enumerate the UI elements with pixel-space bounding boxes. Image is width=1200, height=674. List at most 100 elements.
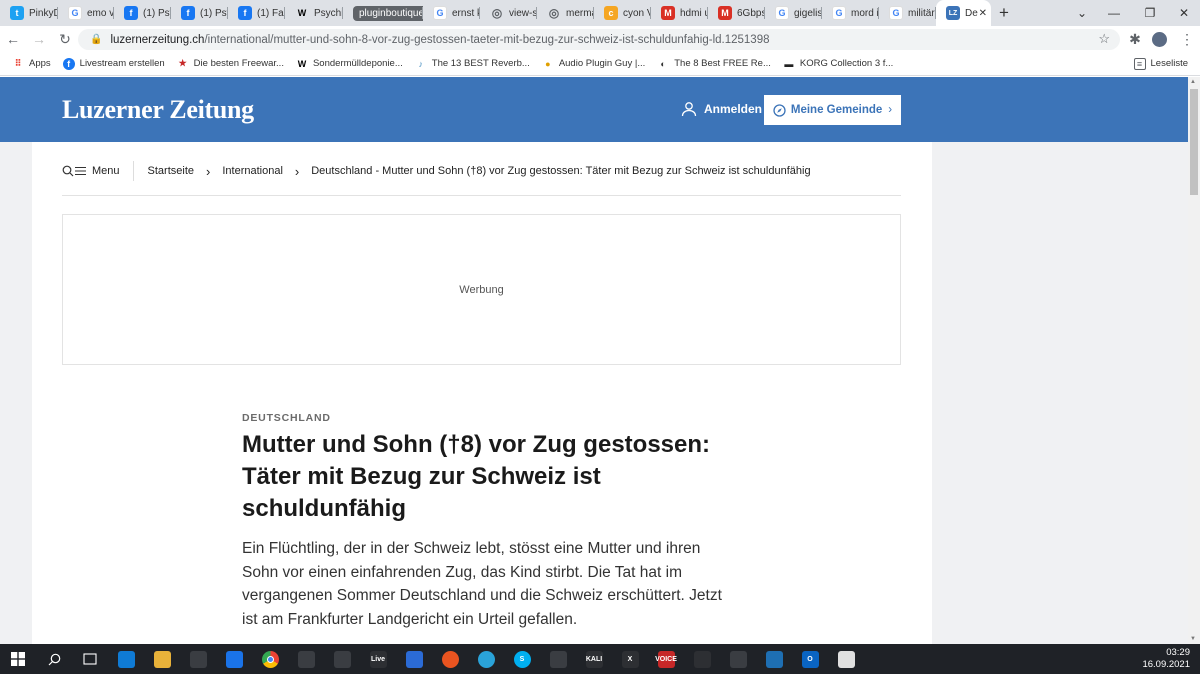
terminal-icon[interactable] bbox=[540, 644, 576, 674]
browser-tab[interactable]: pluginboutique bbox=[343, 0, 423, 26]
scroll-up-icon[interactable]: ▲ bbox=[1190, 79, 1196, 85]
meine-gemeinde-button[interactable]: Meine Gemeinde › bbox=[764, 95, 901, 125]
bookmark-item[interactable]: ▬ KORG Collection 3 f... bbox=[783, 58, 893, 70]
ad-placeholder[interactable]: Werbung bbox=[62, 214, 901, 365]
bookmark-item[interactable]: ♪ The 13 BEST Reverb... bbox=[415, 58, 530, 70]
menu-button[interactable]: Menu bbox=[62, 161, 134, 181]
media-app-icon[interactable] bbox=[720, 644, 756, 674]
telegram-icon[interactable] bbox=[468, 644, 504, 674]
browser-tab[interactable]: Ggigelis bbox=[765, 0, 822, 26]
browser-tab[interactable]: ◎ view-s bbox=[480, 0, 537, 26]
browser-tab[interactable]: Mhdmi u bbox=[651, 0, 708, 26]
tab-group-label[interactable]: pluginboutique bbox=[353, 5, 423, 21]
ubuntu-icon[interactable] bbox=[432, 644, 468, 674]
browser-tab[interactable]: Gmilitär bbox=[879, 0, 936, 26]
forward-icon[interactable]: → bbox=[26, 26, 52, 52]
site-logo[interactable]: Luzerner Zeitung bbox=[62, 95, 254, 125]
bookmark-item[interactable]: ★ Die besten Freewar... bbox=[177, 58, 284, 70]
notepad-icon[interactable] bbox=[828, 644, 864, 674]
taskbar-app-glyph bbox=[189, 650, 207, 668]
cloud-app-icon[interactable] bbox=[684, 644, 720, 674]
breadcrumb-startseite[interactable]: Startseite bbox=[148, 165, 194, 177]
minimize-icon[interactable]: — bbox=[1096, 0, 1132, 26]
browser-tab[interactable]: t PinkyD bbox=[0, 0, 58, 26]
page-margin-left bbox=[0, 142, 32, 644]
wikipedia-icon: W bbox=[297, 58, 307, 69]
system-clock[interactable]: 03:29 16.09.2021 bbox=[1142, 647, 1190, 671]
close-window-icon[interactable]: ✕ bbox=[1166, 0, 1200, 26]
virtualbox-icon[interactable] bbox=[756, 644, 792, 674]
avatar[interactable] bbox=[1152, 32, 1167, 47]
x-app-icon[interactable]: X bbox=[612, 644, 648, 674]
scrollbar-thumb[interactable] bbox=[1190, 89, 1198, 195]
taskbar-app-text: KALI bbox=[585, 655, 603, 663]
bookmark-star-icon[interactable]: ☆ bbox=[1098, 31, 1110, 47]
wikipedia-icon: W bbox=[297, 8, 307, 18]
kali-icon[interactable]: KALI bbox=[576, 644, 612, 674]
file-explorer-icon[interactable] bbox=[144, 644, 180, 674]
browser-tab[interactable]: ◎ merma bbox=[537, 0, 594, 26]
tab-search-icon[interactable]: ⌄ bbox=[1064, 0, 1100, 26]
tab-title: Psychi bbox=[314, 7, 343, 19]
edge-icon[interactable] bbox=[108, 644, 144, 674]
skype-icon[interactable]: S bbox=[504, 644, 540, 674]
globe-icon: ◎ bbox=[491, 6, 503, 20]
bookmark-item[interactable]: W Sondermülldeponie... bbox=[296, 58, 403, 70]
browser-tab[interactable]: LZ De ✕ bbox=[936, 0, 991, 26]
tab-title: cyon V bbox=[623, 7, 651, 19]
close-tab-icon[interactable]: ✕ bbox=[979, 8, 987, 19]
taskbar-app-glyph bbox=[261, 650, 279, 668]
address-bar[interactable]: 🔒 luzernerzeitung.ch/international/mutte… bbox=[78, 29, 1120, 50]
scrollbar[interactable]: ▲ ▼ bbox=[1188, 77, 1200, 644]
browser-tab[interactable]: Gernst k bbox=[423, 0, 480, 26]
bookmark-item[interactable]: ⠿ Apps bbox=[12, 58, 51, 70]
task-view-icon[interactable] bbox=[72, 644, 108, 674]
taskbar-app-glyph: O bbox=[801, 650, 819, 668]
store-icon[interactable] bbox=[180, 644, 216, 674]
compass-icon bbox=[773, 103, 786, 117]
ableton-live-icon[interactable]: Live bbox=[360, 644, 396, 674]
inkscape-icon[interactable] bbox=[324, 644, 360, 674]
outlook-icon[interactable]: O bbox=[792, 644, 828, 674]
browser-tab[interactable]: M 6Gbps bbox=[708, 0, 765, 26]
voicemeeter-icon[interactable]: VOICE bbox=[648, 644, 684, 674]
browser-tab[interactable]: Gmord i bbox=[822, 0, 879, 26]
taskbar-app-glyph bbox=[765, 650, 783, 668]
browser-tab[interactable]: f (1) Psy bbox=[114, 0, 171, 26]
taskbar-app-text: X bbox=[627, 655, 633, 663]
tab-title: ernst k bbox=[452, 7, 480, 19]
chrome-icon[interactable] bbox=[252, 644, 288, 674]
reading-list-button[interactable]: ≡ Leseliste bbox=[1133, 57, 1188, 70]
tab-title: (1) Psy bbox=[143, 7, 171, 19]
login-label: Anmelden bbox=[704, 102, 763, 116]
bookmark-label: KORG Collection 3 f... bbox=[799, 58, 894, 69]
back-icon[interactable]: ← bbox=[0, 26, 26, 52]
bookmark-item[interactable]: ◐ The 8 Best FREE Re... bbox=[657, 58, 771, 70]
user-icon bbox=[681, 102, 697, 117]
webex-icon[interactable] bbox=[396, 644, 432, 674]
new-tab-button[interactable]: + bbox=[991, 0, 1017, 26]
bookmark-item[interactable]: ● Audio Plugin Guy |... bbox=[542, 58, 645, 70]
browser-tab[interactable]: c cyon V bbox=[594, 0, 651, 26]
reading-list-icon: ≡ bbox=[1133, 57, 1146, 70]
mail-icon[interactable] bbox=[216, 644, 252, 674]
extensions-icon[interactable]: ✱ bbox=[1122, 26, 1148, 52]
app-icon[interactable] bbox=[288, 644, 324, 674]
browser-tab[interactable]: f (1) Psy bbox=[171, 0, 228, 26]
browser-tab[interactable]: Gemo vi bbox=[58, 0, 114, 26]
login-button[interactable]: Anmelden bbox=[681, 101, 762, 117]
reload-icon[interactable]: ↻ bbox=[52, 26, 78, 52]
browser-tab[interactable]: f (1) Fac bbox=[228, 0, 285, 26]
facebook-icon: f bbox=[181, 6, 195, 20]
clock-time: 03:29 bbox=[1166, 647, 1190, 658]
taskbar-app-text: O bbox=[807, 655, 813, 663]
windows-start-icon[interactable] bbox=[0, 644, 36, 674]
breadcrumb-international[interactable]: International bbox=[222, 165, 283, 177]
more-menu-icon[interactable]: ⋮ bbox=[1174, 26, 1200, 52]
scroll-down-icon[interactable]: ▼ bbox=[1190, 636, 1196, 642]
browser-tab[interactable]: W Psychi bbox=[285, 0, 343, 26]
search-icon[interactable] bbox=[36, 644, 72, 674]
maximize-icon[interactable]: ❐ bbox=[1132, 0, 1168, 26]
bookmark-item[interactable]: f Livestream erstellen bbox=[62, 57, 165, 70]
ad-label: Werbung bbox=[459, 284, 504, 296]
